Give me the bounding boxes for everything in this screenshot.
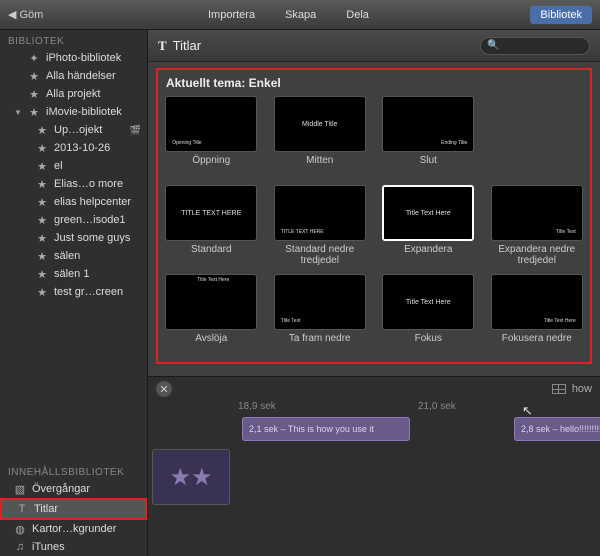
tile-label: Avslöja — [195, 333, 227, 355]
star-icon: ★ — [36, 268, 48, 280]
sidebar-item-övergångar[interactable]: ▧Övergångar — [0, 480, 147, 498]
note-icon: ♫ — [14, 541, 26, 553]
star-icon: ★ — [36, 142, 48, 154]
grid-view-icon[interactable] — [552, 384, 566, 394]
sidebar-item[interactable]: ✦iPhoto-bibliotek — [0, 49, 147, 67]
title-tile[interactable]: Ending Title Slut — [381, 96, 476, 177]
star-icon: ★ — [36, 214, 48, 226]
tile-label: Standard — [191, 244, 232, 266]
tile-label: Slut — [420, 155, 437, 177]
library-button[interactable]: Bibliotek — [530, 6, 592, 24]
star-icon: ★ — [36, 196, 48, 208]
sidebar-item-titlar[interactable]: TTitlar — [0, 498, 147, 520]
sidebar-item[interactable]: ★Alla händelser — [0, 67, 147, 85]
create-button[interactable]: Skapa — [285, 9, 316, 21]
tile-thumbnail: TITLE TEXT HERE — [274, 185, 366, 241]
tile-thumbnail: Title Text Here — [382, 274, 474, 330]
T-icon: T — [16, 503, 28, 515]
theme-label: Aktuellt tema: Enkel — [166, 76, 584, 90]
star-icon: ★ — [36, 250, 48, 262]
sidebar-item[interactable]: ★elias helpcenter — [0, 193, 147, 211]
title-clip[interactable]: 2,8 sek – hello!!!!!!!!!!!!!! — [514, 417, 600, 441]
title-tile[interactable]: Opening Title Öppning — [164, 96, 259, 177]
tile-label: Expandera nedre tredjedel — [490, 244, 585, 266]
tile-thumbnail: Title Text Here — [165, 274, 257, 330]
tile-thumbnail: TITLE TEXT HERE — [165, 185, 257, 241]
title-tile[interactable]: Middle Title Mitten — [273, 96, 368, 177]
sidebar-item[interactable]: ★el — [0, 157, 147, 175]
sparkle-icon: ✦ — [28, 52, 40, 64]
sidebar: BIBLIOTEK ✦iPhoto-bibliotek★Alla händels… — [0, 30, 148, 556]
library-header: BIBLIOTEK — [0, 30, 147, 49]
star-icon: ★ — [36, 124, 48, 136]
title-tile[interactable]: Title Text Here Avslöja — [164, 274, 259, 355]
sidebar-item[interactable]: ▼★iMovie-bibliotek — [0, 103, 147, 121]
star-icon: ★ — [36, 232, 48, 244]
star-icon: ★ — [191, 463, 213, 492]
imovie-icon: ★ — [28, 106, 40, 118]
sidebar-item[interactable]: ★Elias…o more — [0, 175, 147, 193]
trans-icon: ▧ — [14, 483, 26, 495]
tile-thumbnail: Title Text — [491, 185, 583, 241]
tile-thumbnail: Opening Title — [165, 96, 257, 152]
globe-icon: ◍ — [14, 523, 26, 535]
tile-thumbnail: Title Text Here — [491, 274, 583, 330]
sidebar-item-kartor…kgrunder[interactable]: ◍Kartor…kgrunder — [0, 520, 147, 538]
tile-label: Standard nedre tredjedel — [273, 244, 368, 266]
video-clip[interactable]: ★★ — [152, 449, 230, 505]
hide-button[interactable]: ◀ Göm — [8, 8, 148, 21]
timeline: ✕ how 18,9 sek 21,0 sek 2,1 sek – This i… — [148, 376, 600, 556]
tile-thumbnail: Middle Title — [274, 96, 366, 152]
t-icon: T — [158, 38, 167, 54]
sidebar-item[interactable]: ★test gr…creen — [0, 283, 147, 301]
title-tile[interactable]: Title Text Here Fokus — [381, 274, 476, 355]
star-icon: ★ — [169, 463, 191, 492]
sidebar-item[interactable]: ★sälen — [0, 247, 147, 265]
top-toolbar: ◀ Göm Importera Skapa Dela Bibliotek — [0, 0, 600, 30]
cursor-icon: ↖ — [522, 403, 533, 419]
search-input[interactable]: 🔍 — [480, 37, 590, 55]
star-icon: ★ — [36, 178, 48, 190]
content-library-header: INNEHÅLLSBIBLIOTEK — [0, 461, 147, 480]
title-tile[interactable]: Title Text Expandera nedre tredjedel — [490, 185, 585, 266]
tile-label: Fokus — [415, 333, 442, 355]
tile-thumbnail: Ending Title — [382, 96, 474, 152]
tile-label: Mitten — [306, 155, 333, 177]
tile-label: Expandera — [404, 244, 452, 266]
sidebar-item[interactable]: ★Just some guys — [0, 229, 147, 247]
star-icon: ★ — [28, 70, 40, 82]
import-button[interactable]: Importera — [208, 9, 255, 21]
sidebar-item[interactable]: ★2013-10-26 — [0, 139, 147, 157]
title-tile[interactable]: TITLE TEXT HERE Standard nedre tredjedel — [273, 185, 368, 266]
close-icon[interactable]: ✕ — [156, 381, 172, 397]
tile-thumbnail: Title Text Here — [382, 185, 474, 241]
titles-grid-container: Aktuellt tema: Enkel Opening Title Öppnin… — [156, 68, 592, 364]
title-tile[interactable]: Title Text Ta fram nedre — [273, 274, 368, 355]
star-icon: ★ — [36, 160, 48, 172]
star-icon: ★ — [36, 286, 48, 298]
tile-label: Ta fram nedre — [289, 333, 351, 355]
panel-header: T Titlar 🔍 — [148, 30, 600, 62]
search-icon: 🔍 — [487, 40, 499, 51]
sidebar-item-itunes[interactable]: ♫iTunes — [0, 538, 147, 556]
sidebar-item[interactable]: ★Alla projekt — [0, 85, 147, 103]
panel-title: Titlar — [173, 38, 201, 53]
share-button[interactable]: Dela — [346, 9, 369, 21]
sidebar-item[interactable]: ★green…isode1 — [0, 211, 147, 229]
project-name: how — [572, 383, 592, 395]
sidebar-item[interactable]: ★sälen 1 — [0, 265, 147, 283]
star-icon: ★ — [28, 88, 40, 100]
tile-label: Öppning — [192, 155, 230, 177]
sidebar-item[interactable]: ★Up…ojekt 🎬 — [0, 121, 147, 139]
title-tile[interactable]: Title Text Here Expandera — [381, 185, 476, 266]
tile-label: Fokusera nedre — [502, 333, 572, 355]
title-tile[interactable]: Title Text Here Fokusera nedre — [490, 274, 585, 355]
title-clip[interactable]: 2,1 sek – This is how you use it — [242, 417, 410, 441]
title-tile[interactable]: TITLE TEXT HERE Standard — [164, 185, 259, 266]
tile-thumbnail: Title Text — [274, 274, 366, 330]
